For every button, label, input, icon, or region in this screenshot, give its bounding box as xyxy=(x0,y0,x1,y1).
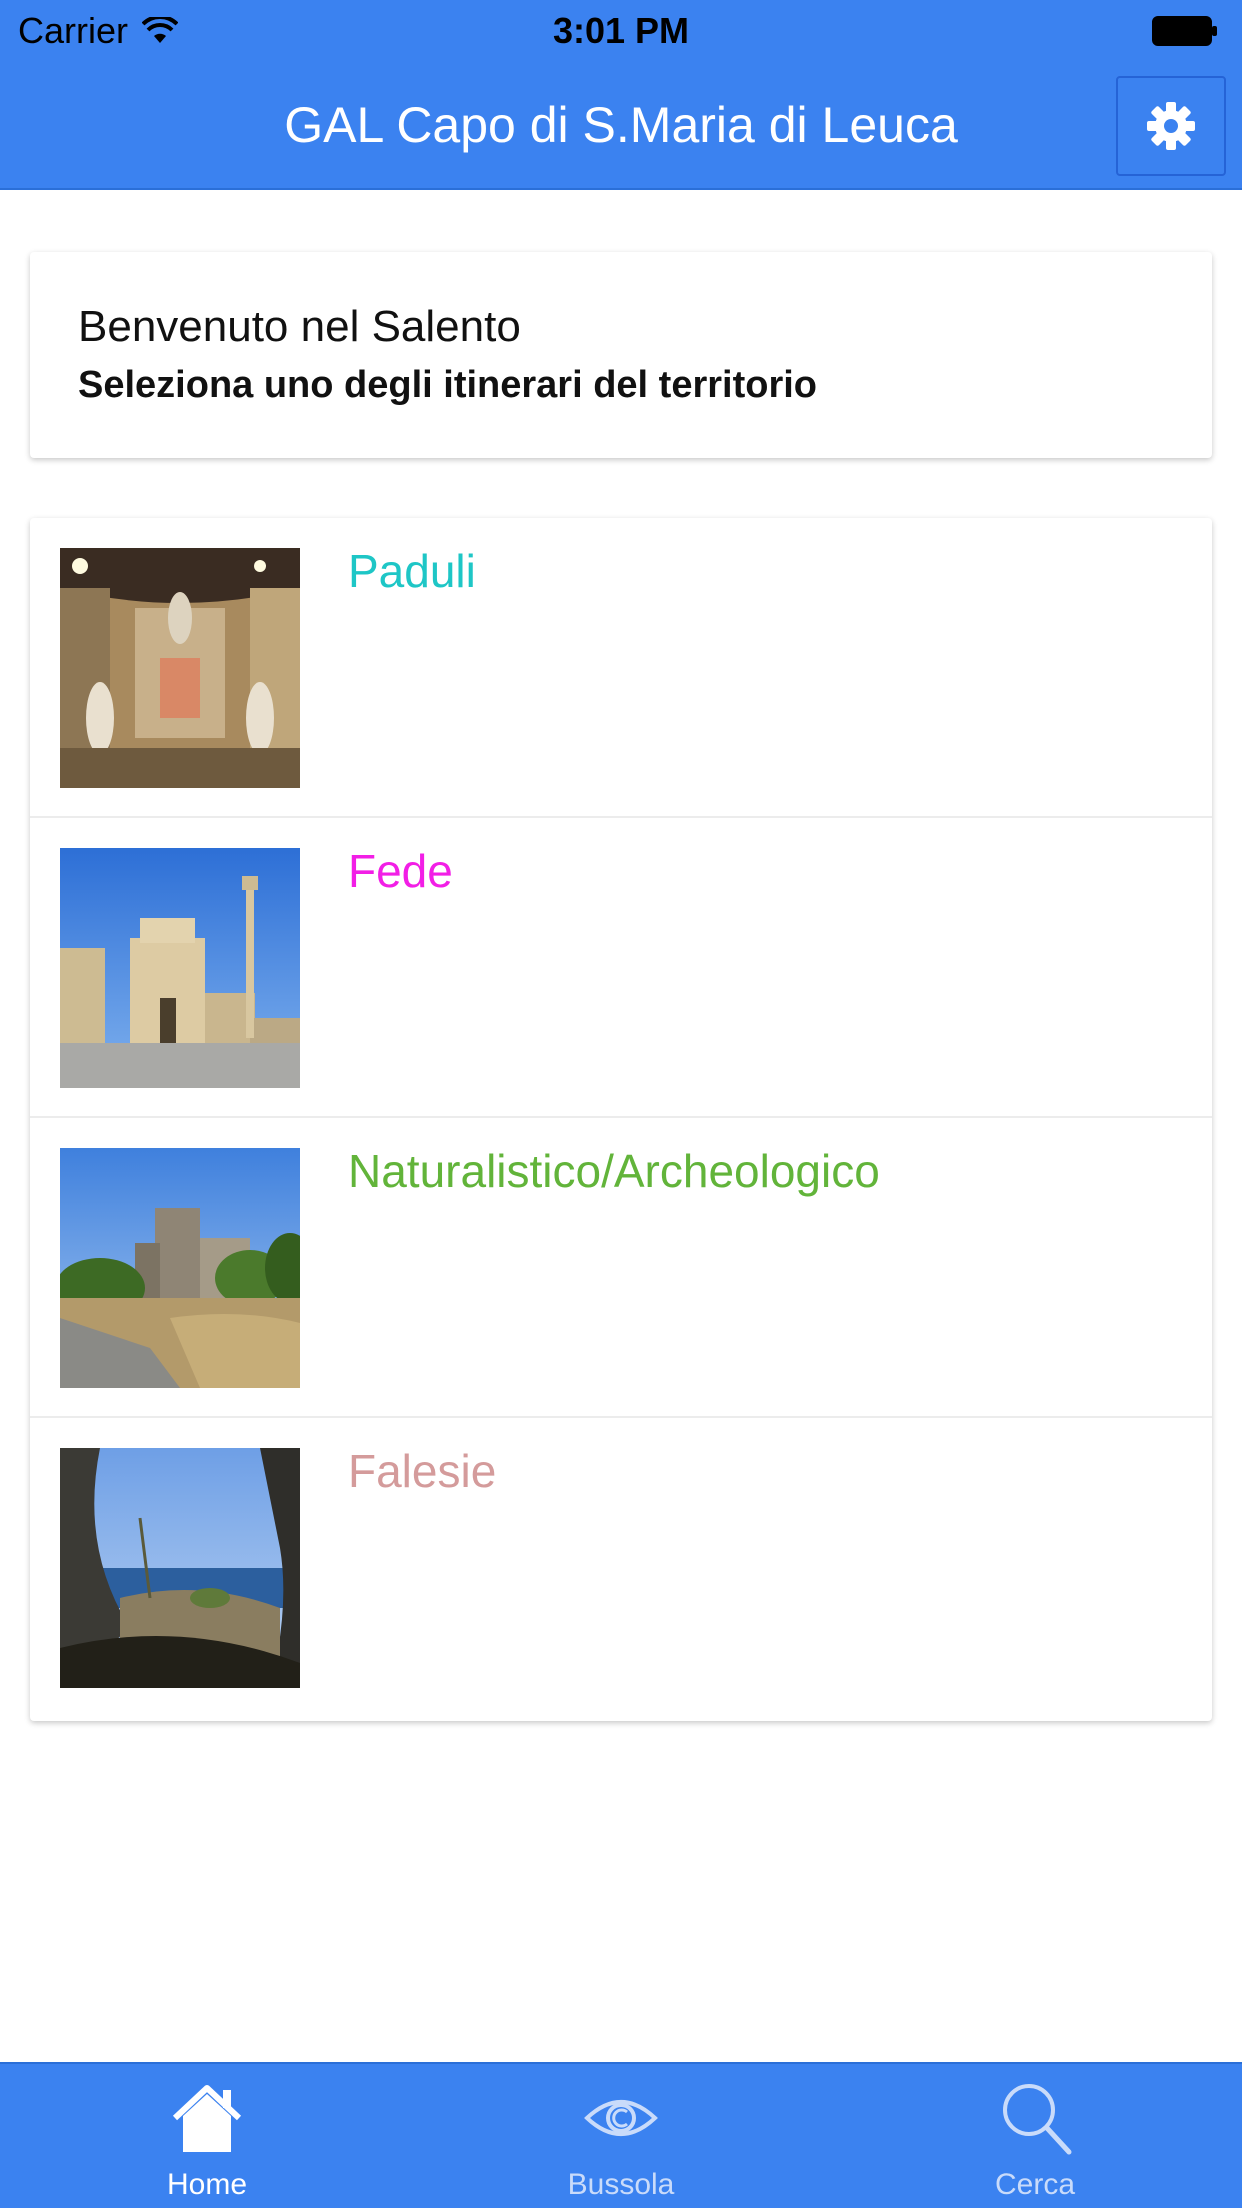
tab-cerca[interactable]: Cerca xyxy=(828,2064,1242,2208)
itinerary-item-paduli[interactable]: Paduli xyxy=(30,518,1212,818)
battery-icon xyxy=(1152,16,1217,46)
tab-bar: Home Bussola Cerca xyxy=(0,2062,1242,2208)
app-screen: Carrier 3:01 PM GAL Capo di S.Maria di L… xyxy=(0,0,1242,2208)
eye-icon xyxy=(584,2100,658,2136)
welcome-card: Benvenuto nel Salento Seleziona uno degl… xyxy=(30,252,1212,458)
home-icon xyxy=(172,2085,242,2152)
itinerary-item-naturalistico[interactable]: Naturalistico/Archeologico xyxy=(30,1118,1212,1418)
itinerary-label: Falesie xyxy=(348,1445,497,1497)
tab-label: Home xyxy=(166,2168,248,2201)
welcome-subtitle: Seleziona uno degli itinerari del territ… xyxy=(78,364,818,406)
search-icon xyxy=(1003,2084,1072,2155)
church-interior-photo xyxy=(60,548,300,788)
tab-bussola[interactable]: Bussola xyxy=(414,2064,828,2208)
itinerary-label: Fede xyxy=(348,845,453,897)
sea-cliff-cave-photo xyxy=(60,1448,300,1688)
itinerary-item-fede[interactable]: Fede xyxy=(30,818,1212,1118)
status-bar: Carrier 3:01 PM xyxy=(0,0,1242,60)
tab-home[interactable]: Home xyxy=(0,2064,414,2208)
settings-button[interactable] xyxy=(1116,76,1226,176)
gear-icon xyxy=(1147,102,1195,150)
page-title: GAL Capo di S.Maria di Leuca xyxy=(284,97,958,153)
itinerary-list: Paduli Fede Naturalistico/Archeologico F… xyxy=(30,518,1212,1721)
welcome-title: Benvenuto nel Salento xyxy=(78,302,521,351)
navigation-bar: GAL Capo di S.Maria di Leuca xyxy=(0,60,1242,190)
tab-label: Bussola xyxy=(567,2168,675,2201)
itinerary-label: Naturalistico/Archeologico xyxy=(348,1145,880,1197)
itinerary-label: Paduli xyxy=(348,545,476,597)
status-time: 3:01 PM xyxy=(552,10,690,51)
itinerary-item-falesie[interactable]: Falesie xyxy=(30,1418,1212,1718)
tower-ruins-photo xyxy=(60,1148,300,1388)
tab-label: Cerca xyxy=(994,2168,1076,2201)
basilica-square-photo xyxy=(60,848,300,1088)
